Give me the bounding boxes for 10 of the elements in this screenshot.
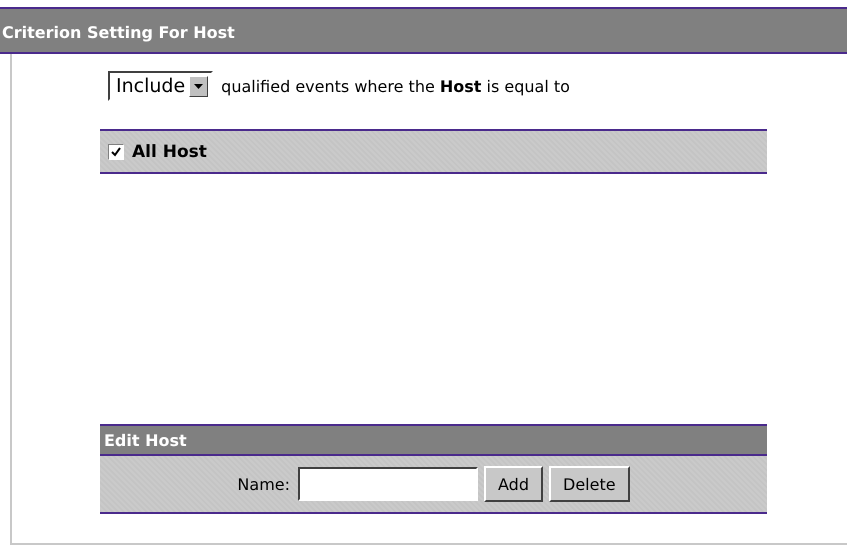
mode-dropdown[interactable]: Include <box>108 71 214 101</box>
edit-host-header: Edit Host <box>100 424 767 456</box>
name-label: Name: <box>237 474 290 494</box>
filter-sentence: qualified events where the Host is equal to <box>221 76 570 96</box>
host-button[interactable]: Delete <box>549 466 630 502</box>
all-host-label: All Host <box>132 142 207 162</box>
all-host-checkbox[interactable] <box>108 144 124 160</box>
name-field[interactable] <box>298 467 478 501</box>
section-header: Criterion Setting For Host <box>0 7 847 54</box>
host-button[interactable]: Add <box>484 466 543 502</box>
